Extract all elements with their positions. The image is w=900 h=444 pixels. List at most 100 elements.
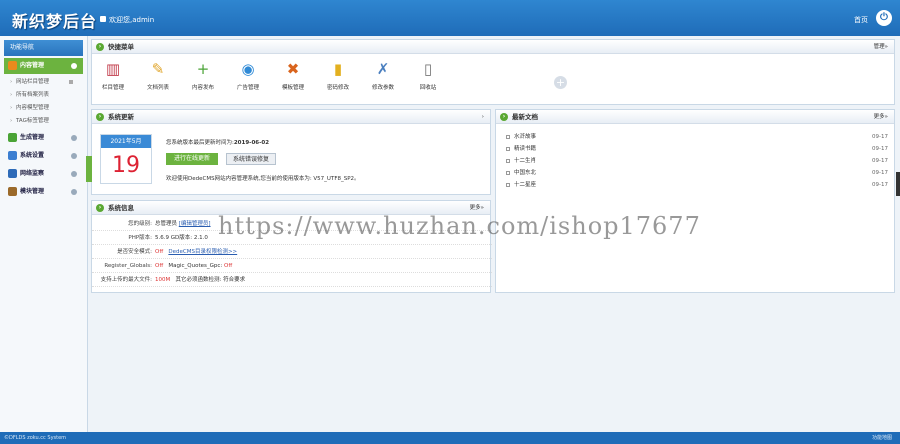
- quick-menu-manage-link[interactable]: 管理»: [874, 40, 888, 54]
- info-label: Register_Globals:: [104, 263, 152, 269]
- permission-check-link[interactable]: DedeCMS目录权限检测>>: [168, 249, 237, 255]
- list-item[interactable]: 十二星座 09-17: [506, 180, 888, 190]
- bullet-icon: [506, 182, 510, 187]
- home-link[interactable]: 首页: [854, 15, 868, 25]
- latest-docs-title: › 最新文档 更多»: [496, 110, 894, 124]
- watermark: https://www.huzhan.com/ishop17677: [218, 212, 701, 240]
- sidebar-group-label: 网络监察: [20, 170, 45, 177]
- sidebar-item[interactable]: TAG标签管理: [10, 115, 87, 128]
- doc-date: 09-17: [872, 182, 888, 188]
- sidebar-group[interactable]: 内容管理: [4, 58, 83, 74]
- panel-arrow-icon: ›: [96, 113, 104, 121]
- quick-menu-label: 文档列表: [146, 85, 169, 91]
- expand-icon[interactable]: [71, 63, 77, 69]
- list-item[interactable]: 水浒故事 09-17: [506, 132, 888, 142]
- list-item[interactable]: 精读书籍 09-17: [506, 144, 888, 154]
- quick-menu-label: 修改参数: [371, 85, 394, 91]
- chevron-right-icon[interactable]: ›: [482, 110, 484, 124]
- quick-menu-label: 内容发布: [191, 85, 214, 91]
- doc-date: 09-17: [872, 158, 888, 164]
- expand-icon[interactable]: [71, 135, 77, 141]
- menu-group-icon: [8, 61, 17, 70]
- power-icon[interactable]: ⏻: [876, 10, 892, 26]
- quick-menu-label: 回收站: [419, 85, 437, 91]
- system-update-panel: › 系统更新 › 2021年5月 19 您系统版本最后更新时间为:2019-06…: [91, 109, 491, 195]
- status-bar: ©DFLDS zoku.cc System 功能地图: [0, 432, 900, 444]
- latest-docs-more-link[interactable]: 更多»: [874, 110, 888, 124]
- doc-title[interactable]: 十二星座: [514, 182, 536, 188]
- sidebar-title: 功能导航: [4, 40, 83, 56]
- calendar-month: 2021年5月: [101, 135, 151, 148]
- notepad-icon: ✎: [151, 60, 165, 78]
- doc-date: 09-17: [872, 134, 888, 140]
- quick-menu-item[interactable]: ✎ 文档列表: [143, 58, 173, 91]
- quick-menu-item[interactable]: ▥ 栏目管理: [98, 58, 128, 91]
- quick-menu-item[interactable]: + 内容发布: [188, 58, 218, 91]
- table-row: Register_Globals: Off Magic_Quotes_Gpc: O…: [92, 259, 492, 273]
- active-tab-marker: [86, 156, 92, 182]
- add-shortcut-icon[interactable]: +: [554, 76, 567, 89]
- sidebar-item[interactable]: 网站栏目管理: [10, 76, 87, 89]
- table-row: 支持上传的最大文件: 100M 其它必须函数检测: 符合要求: [92, 273, 492, 287]
- top-bar: 新织梦后台 欢迎您,admin 首页 ⏻: [0, 0, 900, 36]
- edit-admin-link[interactable]: [编辑管理员]: [179, 221, 211, 227]
- sidebar: 功能导航 内容管理网站栏目管理所有档案列表内容模型管理TAG标签管理生成管理系统…: [0, 36, 88, 432]
- info-label: 您的级别:: [128, 221, 152, 227]
- expand-icon[interactable]: [71, 153, 77, 159]
- quick-menu-label: 栏目管理: [101, 85, 124, 91]
- latest-docs-panel: › 最新文档 更多» 水浒故事 09-17 精读书籍 09-17 十二生肖 09-17 中国…: [495, 109, 895, 293]
- system-update-title: › 系统更新 ›: [92, 110, 490, 124]
- menu-group-icon: [8, 169, 17, 178]
- calendar-widget: 2021年5月 19: [100, 134, 152, 184]
- quick-menu-item[interactable]: ▯ 回收站: [413, 58, 443, 91]
- sidebar-group[interactable]: 生成管理: [4, 130, 83, 146]
- doc-title[interactable]: 水浒故事: [514, 134, 536, 140]
- sidebar-group-label: 内容管理: [20, 62, 45, 69]
- menu-group-icon: [8, 187, 17, 196]
- panel-arrow-icon: ›: [96, 43, 104, 51]
- table-row: 是否安全模式: Off DedeCMS目录权限检测>>: [92, 245, 492, 259]
- sidebar-group-label: 模块管理: [20, 188, 45, 195]
- quick-menu-item[interactable]: ✖ 模板管理: [278, 58, 308, 91]
- expand-icon[interactable]: [71, 171, 77, 177]
- sidebar-group[interactable]: 模块管理: [4, 184, 83, 200]
- bullet-icon: [506, 134, 510, 139]
- sidebar-group-label: 生成管理: [20, 134, 45, 141]
- doc-title[interactable]: 中国东北: [514, 170, 536, 176]
- site-map-link[interactable]: 功能地图: [872, 432, 892, 444]
- list-item[interactable]: 十二生肖 09-17: [506, 156, 888, 166]
- quick-menu-item[interactable]: ✗ 修改参数: [368, 58, 398, 91]
- doc-title[interactable]: 十二生肖: [514, 158, 536, 164]
- quick-menu-item[interactable]: ◉ 广告管理: [233, 58, 263, 91]
- quick-menu-panel: › 快捷菜单 管理» ▥ 栏目管理 ✎ 文档列表 + 内容发布 ◉ 广告管理 ✖ 模板管理 ▮ 密码修…: [91, 39, 895, 105]
- bullet-icon: [506, 158, 510, 163]
- tools-cross-icon: ✖: [286, 60, 300, 78]
- calendar-day: 19: [112, 153, 140, 178]
- wrench-icon: ✗: [376, 60, 390, 78]
- list-item[interactable]: 中国东北 09-17: [506, 168, 888, 178]
- info-label: PHP版本:: [128, 235, 152, 241]
- quick-menu-label: 模板管理: [281, 85, 304, 91]
- sidebar-group[interactable]: 网络监察: [4, 166, 83, 182]
- edit-icon[interactable]: [69, 80, 73, 84]
- doc-title[interactable]: 精读书籍: [514, 146, 536, 152]
- quick-menu-label: 密码修改: [326, 85, 349, 91]
- sidebar-item[interactable]: 所有档案列表: [10, 89, 87, 102]
- doc-date: 09-17: [872, 170, 888, 176]
- welcome-text: 欢迎您,admin: [100, 15, 154, 25]
- panel-arrow-icon: ›: [500, 113, 508, 121]
- bullet-icon: [506, 146, 510, 151]
- last-update-text: 您系统版本最后更新时间为:2019-06-02: [166, 140, 270, 146]
- quick-menu-item[interactable]: ▮ 密码修改: [323, 58, 353, 91]
- sidebar-item[interactable]: 内容模型管理: [10, 102, 87, 115]
- system-fix-button[interactable]: 系统错误修复: [226, 153, 276, 165]
- sidebar-group[interactable]: 系统设置: [4, 148, 83, 164]
- menu-group-icon: [8, 133, 17, 142]
- expand-icon[interactable]: [71, 189, 77, 195]
- copyright-text: ©DFLDS zoku.cc System: [4, 435, 67, 441]
- panel-arrow-icon: ›: [96, 204, 104, 212]
- online-update-button[interactable]: 进行在线更新: [166, 153, 218, 165]
- quick-menu-title: › 快捷菜单 管理»: [92, 40, 894, 54]
- scrollbar-handle[interactable]: [896, 172, 900, 196]
- menu-group-icon: [8, 151, 17, 160]
